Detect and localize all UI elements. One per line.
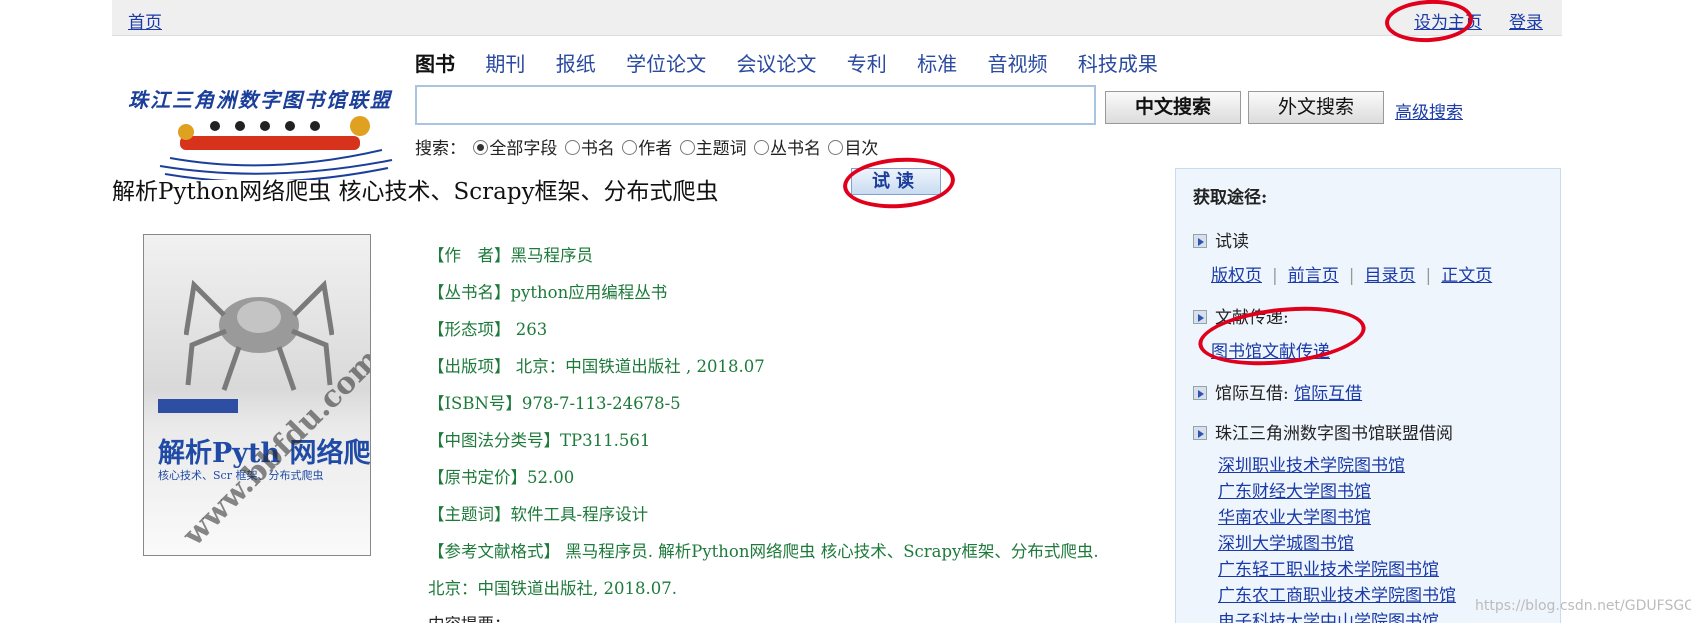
- sidebar-heading: 获取途径:: [1193, 188, 1268, 208]
- radio-label: 主题词: [695, 139, 747, 159]
- meta-price: 【原书定价】52.00: [428, 468, 575, 487]
- meta-subject: 【主题词】软件工具-程序设计: [428, 505, 649, 524]
- category-tabs: 图书 期刊 报纸 学位论文 会议论文 专利 标准 音视频 科技成果: [415, 48, 1182, 77]
- radio-label: 目次: [844, 139, 879, 159]
- blog-watermark: https://blog.csdn.net/GDUFSGOP: [1475, 598, 1691, 614]
- library-link[interactable]: 深圳职业技术学院图书馆: [1218, 451, 1456, 477]
- spider-robot-icon: [184, 279, 334, 391]
- library-link[interactable]: 深圳大学城图书馆: [1218, 529, 1456, 555]
- chinese-search-button[interactable]: 中文搜索: [1105, 91, 1241, 124]
- sidebar-item-label: 珠江三角洲数字图书馆联盟借阅: [1215, 424, 1453, 444]
- sidebar-item-union: 珠江三角洲数字图书馆联盟借阅: [1193, 419, 1453, 444]
- radio-title[interactable]: [564, 140, 580, 155]
- tab-journals[interactable]: 期刊: [485, 52, 525, 76]
- bullet-arrow-icon: [1193, 310, 1207, 324]
- library-list: 深圳职业技术学院图书馆 广东财经大学图书馆 华南农业大学图书馆 深圳大学城图书馆…: [1218, 451, 1456, 623]
- radio-label: 作者: [638, 139, 673, 159]
- meta-publication: 【出版项】 北京：中国铁道出版社 , 2018.07: [428, 357, 765, 376]
- library-link[interactable]: 电子科技大学中山学院图书馆: [1218, 607, 1456, 623]
- bullet-arrow-icon: [1193, 426, 1207, 440]
- preface-page-link[interactable]: 前言页: [1288, 266, 1339, 286]
- search-field-options: 搜索： 全部字段 书名 作者 主题词 丛书名 目次: [415, 134, 878, 159]
- sidebar-item-label: 馆际互借:: [1215, 384, 1289, 404]
- bullet-arrow-icon: [1193, 234, 1207, 248]
- library-link[interactable]: 广东财经大学图书馆: [1218, 477, 1456, 503]
- login-link[interactable]: 登录: [1509, 8, 1543, 33]
- tab-newspapers[interactable]: 报纸: [556, 52, 596, 76]
- meta-series: 【丛书名】python应用编程丛书: [428, 283, 668, 302]
- annotation-circle-login: [1383, 0, 1475, 45]
- trial-page-links: 版权页 | 前言页 | 目录页 | 正文页: [1211, 266, 1493, 286]
- radio-label: 书名: [580, 139, 615, 159]
- top-bar: 首页 设为主页 登录: [112, 0, 1562, 36]
- sidebar-item-trial: 试读: [1193, 227, 1249, 252]
- tab-tech-achievements[interactable]: 科技成果: [1078, 52, 1158, 76]
- meta-abstract-label: 内容提要：: [428, 611, 511, 623]
- sidebar-item-ill: 馆际互借: 馆际互借: [1193, 379, 1362, 404]
- advanced-search-link[interactable]: 高级搜索: [1395, 98, 1463, 123]
- meta-isbn: 【ISBN号】978-7-113-24678-5: [428, 394, 681, 413]
- search-options-label: 搜索：: [415, 139, 466, 159]
- foreign-search-button[interactable]: 外文搜索: [1248, 91, 1384, 124]
- radio-subject[interactable]: [679, 140, 695, 155]
- radio-author[interactable]: [622, 140, 638, 155]
- radio-label: 全部字段: [489, 139, 558, 159]
- library-logo[interactable]: 珠江三角洲数字图书馆联盟: [120, 80, 400, 180]
- dragon-boat-icon: [159, 116, 393, 180]
- sidebar-item-label: 试读: [1215, 232, 1249, 252]
- radio-toc[interactable]: [828, 140, 844, 155]
- radio-series[interactable]: [754, 140, 770, 155]
- meta-author: 【作 者】黑马程序员: [428, 246, 593, 265]
- tab-theses[interactable]: 学位论文: [626, 52, 706, 76]
- meta-citation-cont: 北京：中国铁道出版社, 2018.07.: [428, 579, 677, 598]
- ill-link[interactable]: 馆际互借: [1294, 384, 1362, 404]
- meta-classification: 【中图法分类号】TP311.561: [428, 431, 651, 450]
- body-page-link[interactable]: 正文页: [1441, 266, 1492, 286]
- radio-all-fields[interactable]: [473, 140, 489, 155]
- search-input[interactable]: [415, 85, 1096, 125]
- cover-series-bar: [158, 399, 238, 413]
- home-link[interactable]: 首页: [128, 8, 162, 33]
- radio-label: 丛书名: [770, 139, 822, 159]
- book-cover-image: 解析Pyth 网络爬虫： 核心技术、Scr 框架、分布式爬虫 www.bbfdu…: [143, 234, 371, 556]
- toc-page-link[interactable]: 目录页: [1364, 266, 1415, 286]
- access-sidebar: 获取途径: 试读 版权页 | 前言页 | 目录页 | 正文页 文献传递: 图书馆文献传递 馆…: [1175, 168, 1561, 623]
- tab-audio-video[interactable]: 音视频: [988, 52, 1048, 76]
- tab-books[interactable]: 图书: [415, 52, 455, 76]
- copyright-page-link[interactable]: 版权页: [1211, 266, 1262, 286]
- library-link[interactable]: 广东农工商职业技术学院图书馆: [1218, 581, 1456, 607]
- tab-patents[interactable]: 专利: [847, 52, 887, 76]
- tab-standards[interactable]: 标准: [917, 52, 957, 76]
- bullet-arrow-icon: [1193, 386, 1207, 400]
- book-title: 解析Python网络爬虫 核心技术、Scrapy框架、分布式爬虫: [112, 179, 719, 205]
- library-link[interactable]: 广东轻工职业技术学院图书馆: [1218, 555, 1456, 581]
- meta-citation: 【参考文献格式】 黑马程序员. 解析Python网络爬虫 核心技术、Scrapy…: [428, 542, 1099, 561]
- annotation-circle-trial: [841, 154, 957, 212]
- tab-conference-papers[interactable]: 会议论文: [736, 52, 816, 76]
- library-link[interactable]: 华南农业大学图书馆: [1218, 503, 1456, 529]
- meta-pages: 【形态项】 263: [428, 320, 548, 339]
